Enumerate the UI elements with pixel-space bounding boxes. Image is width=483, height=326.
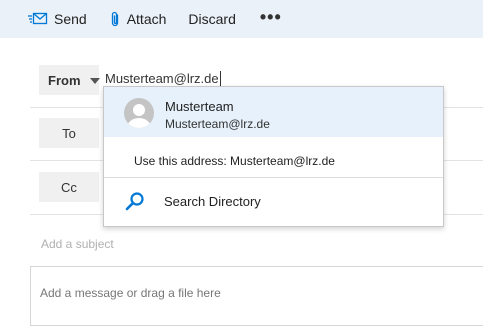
attach-button[interactable]: Attach: [109, 0, 167, 38]
subject-input[interactable]: Add a subject: [41, 237, 114, 251]
autocomplete-dropdown: Musterteam Musterteam@lrz.de Use this ad…: [103, 86, 444, 227]
suggestion-email: Musterteam@lrz.de: [165, 117, 270, 131]
from-dropdown-button[interactable]: From: [39, 65, 100, 95]
cc-label: Cc: [61, 179, 77, 195]
suggestion-item[interactable]: Musterteam Musterteam@lrz.de: [104, 87, 443, 137]
more-options-button[interactable]: •••: [260, 8, 282, 30]
search-icon: [124, 191, 146, 218]
discard-label: Discard: [188, 11, 236, 27]
search-directory-option[interactable]: Search Directory: [104, 178, 443, 226]
send-button[interactable]: Send: [28, 0, 87, 38]
send-icon: [28, 12, 48, 26]
use-this-address-option[interactable]: Use this address: Musterteam@lrz.de: [134, 154, 335, 168]
attach-label: Attach: [126, 11, 167, 27]
to-button[interactable]: To: [39, 118, 99, 148]
avatar: [124, 98, 154, 128]
paperclip-icon: [109, 11, 121, 28]
chevron-down-icon: [89, 77, 100, 84]
from-value-text: Musterteam@lrz.de: [105, 71, 219, 86]
suggestion-name: Musterteam: [165, 99, 234, 114]
message-placeholder: Add a message or drag a file here: [40, 286, 221, 300]
text-cursor: [219, 71, 221, 86]
to-label: To: [62, 125, 76, 141]
cc-button[interactable]: Cc: [39, 172, 99, 202]
send-label: Send: [54, 11, 87, 27]
person-icon: [127, 104, 151, 128]
from-field[interactable]: Musterteam@lrz.de: [105, 71, 221, 86]
from-label: From: [48, 72, 81, 88]
search-directory-label: Search Directory: [164, 194, 261, 209]
compose-toolbar: Send Attach Discard •••: [0, 0, 483, 38]
discard-button[interactable]: Discard: [188, 0, 235, 38]
